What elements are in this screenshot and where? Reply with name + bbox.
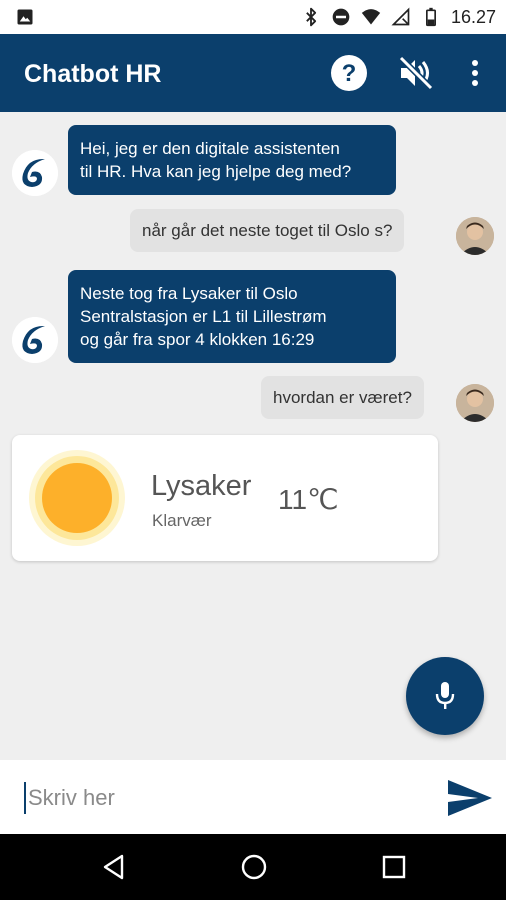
status-bar: 16.27 (0, 0, 506, 34)
message-input[interactable] (24, 782, 424, 814)
weather-card: Lysaker Klarvær 11℃ (12, 435, 438, 561)
message-input-bar (0, 760, 506, 834)
bot-message-line: og går fra spor 4 klokken 16:29 (80, 330, 315, 349)
user-avatar (456, 217, 494, 255)
bot-logo-icon (12, 317, 58, 363)
user-avatar (456, 384, 494, 422)
more-vert-icon[interactable] (462, 58, 488, 88)
user-message: når går det neste toget til Oslo s? (130, 209, 405, 252)
status-time: 16.27 (450, 6, 496, 27)
wifi-icon (361, 9, 381, 25)
weather-location: Lysaker (151, 470, 252, 502)
bot-avatar (12, 150, 58, 196)
svg-text:?: ? (342, 60, 357, 87)
user-message: hvordan er været? (261, 376, 424, 419)
app-bar: Chatbot HR ? (0, 34, 506, 112)
bluetooth-icon (306, 7, 317, 27)
bot-message: Neste tog fra Lysaker til Oslo Sentralst… (68, 270, 396, 363)
sun-icon (29, 450, 125, 546)
bot-message: Hei, jeg er den digitale assistenten til… (68, 125, 396, 195)
bot-message-line: Neste tog fra Lysaker til Oslo (80, 284, 298, 303)
microphone-icon (435, 682, 455, 709)
bot-message-line: Sentralstasjon er L1 til Lillestrøm (80, 307, 327, 326)
user-photo-icon (456, 384, 494, 422)
microphone-button[interactable] (406, 657, 484, 735)
send-icon[interactable] (446, 778, 494, 818)
bot-message-line: Hei, jeg er den digitale assistenten (80, 139, 340, 158)
bot-message-line: til HR. Hva kan jeg hjelpe deg med? (80, 162, 352, 181)
no-signal-icon (391, 7, 410, 26)
do-not-disturb-icon (332, 8, 350, 26)
system-nav-bar (0, 834, 506, 900)
bot-avatar (12, 317, 58, 363)
weather-condition: Klarvær (152, 511, 212, 530)
app-title: Chatbot HR (24, 60, 162, 88)
user-photo-icon (456, 217, 494, 255)
battery-icon (425, 7, 436, 27)
help-icon[interactable]: ? (330, 54, 368, 92)
volume-off-icon[interactable] (397, 54, 435, 92)
bot-logo-icon (12, 150, 58, 196)
back-icon[interactable] (100, 853, 128, 881)
weather-temperature: 11℃ (278, 484, 339, 515)
home-icon[interactable] (240, 853, 268, 881)
recent-apps-icon[interactable] (380, 853, 408, 881)
image-icon (17, 9, 33, 25)
